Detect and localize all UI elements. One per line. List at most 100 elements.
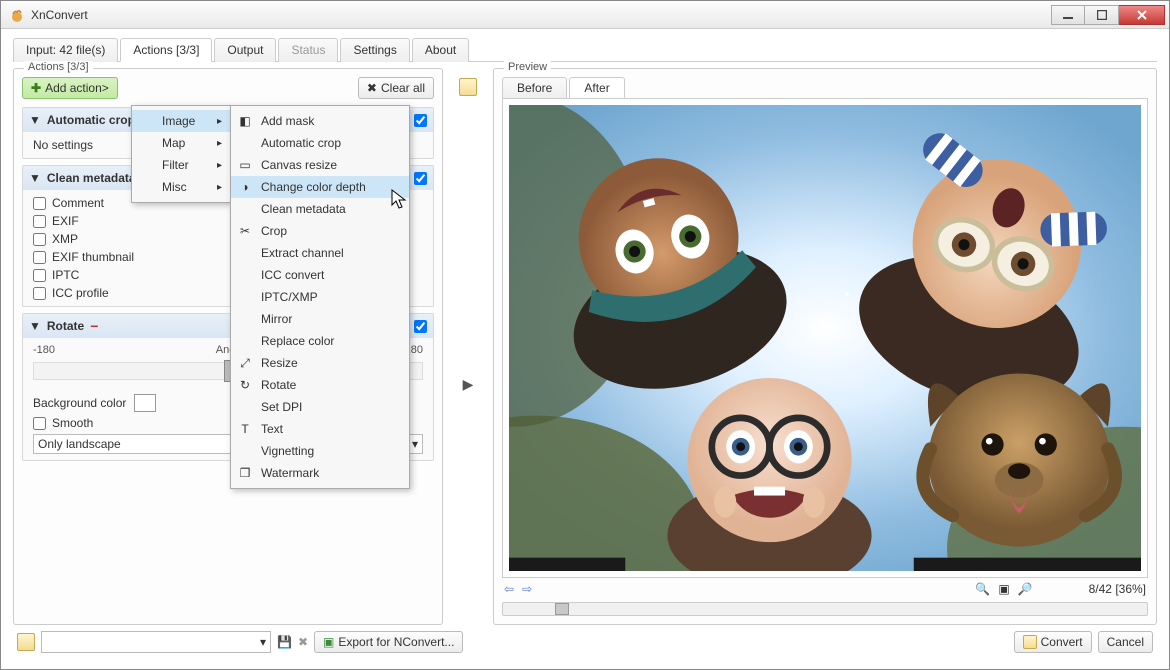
cancel-button[interactable]: Cancel [1098, 631, 1153, 653]
menu-item-icon [237, 311, 253, 327]
chevron-down-icon: ▾ [412, 437, 418, 451]
collapse-icon: ▼ [29, 171, 41, 185]
menu-item-icon: ◑ [237, 179, 253, 195]
middle-column: ▶ [453, 68, 483, 625]
tab-actions[interactable]: Actions [3/3] [120, 38, 212, 62]
collapse-icon: ▼ [29, 319, 41, 333]
add-action-button[interactable]: ✚ Add action> [22, 77, 118, 99]
menu-cat-image[interactable]: Image▸ [132, 110, 230, 132]
close-button[interactable] [1119, 5, 1165, 25]
collapse-icon: ▼ [29, 113, 41, 127]
submenu-item[interactable]: ▭Canvas resize [231, 154, 409, 176]
cleanmeta-enabled-checkbox[interactable] [414, 172, 427, 185]
bg-color-label: Background color [33, 396, 126, 410]
export-nconvert-button[interactable]: ▣ Export for NConvert... [314, 631, 463, 653]
add-action-menu: Image▸ Map▸ Filter▸ Misc▸ [131, 105, 231, 203]
clear-icon: ✖ [367, 81, 377, 95]
submenu-item[interactable]: ◧Add mask [231, 110, 409, 132]
menu-item-icon [237, 399, 253, 415]
menu-item-icon [237, 135, 253, 151]
submenu-item[interactable]: Set DPI [231, 396, 409, 418]
submenu-item[interactable]: IPTC/XMP [231, 286, 409, 308]
fit-icon[interactable]: ▣ [998, 582, 1009, 596]
image-submenu: ◧Add maskAutomatic crop▭Canvas resize◑Ch… [230, 105, 410, 489]
menu-cat-misc[interactable]: Misc▸ [132, 176, 230, 198]
maximize-button[interactable] [1085, 5, 1119, 25]
minimize-button[interactable] [1051, 5, 1085, 25]
menu-item-icon: ⤢ [237, 355, 253, 371]
submenu-item[interactable]: ICC convert [231, 264, 409, 286]
remove-icon[interactable]: − [90, 318, 98, 334]
actions-toolbar: ✚ Add action> ✖ Clear all [14, 69, 442, 103]
preview-scrollbar[interactable] [502, 602, 1148, 616]
submenu-item[interactable]: Vignetting [231, 440, 409, 462]
tab-input[interactable]: Input: 42 file(s) [13, 38, 118, 62]
menu-item-icon [237, 443, 253, 459]
preview-label: Preview [504, 61, 551, 73]
submenu-item[interactable]: Extract channel [231, 242, 409, 264]
chevron-right-icon: ▸ [217, 182, 222, 193]
preview-counter: 8/42 [36%] [1089, 582, 1146, 596]
menu-item-icon: T [237, 421, 253, 437]
app-icon [9, 7, 25, 23]
main-tabs: Input: 42 file(s) Actions [3/3] Output S… [13, 37, 1157, 62]
tab-output[interactable]: Output [214, 38, 276, 62]
bg-color-picker[interactable] [134, 394, 156, 412]
chevron-down-icon: ▾ [260, 635, 266, 649]
open-preset-icon[interactable] [17, 633, 35, 651]
convert-button[interactable]: Convert [1014, 631, 1092, 653]
menu-item-icon [237, 267, 253, 283]
footer: ▾ 💾 ✖ ▣ Export for NConvert... Convert C… [13, 625, 1157, 659]
menu-item-icon: ▭ [237, 157, 253, 173]
chevron-right-icon: ▸ [217, 160, 222, 171]
preview-image [503, 99, 1147, 577]
menu-item-icon [237, 201, 253, 217]
submenu-item[interactable]: ◑Change color depth [231, 176, 409, 198]
tab-about[interactable]: About [412, 38, 469, 62]
submenu-item[interactable]: ↻Rotate [231, 374, 409, 396]
preset-select[interactable]: ▾ [41, 631, 271, 653]
chevron-right-icon: ▸ [217, 116, 222, 127]
window-buttons [1051, 5, 1165, 25]
rotate-enabled-checkbox[interactable] [414, 320, 427, 333]
save-icon[interactable]: 💾 [277, 635, 292, 649]
submenu-item[interactable]: Mirror [231, 308, 409, 330]
zoom-in-icon[interactable]: 🔍 [975, 582, 990, 596]
menu-item-icon: ❐ [237, 465, 253, 481]
menu-cat-filter[interactable]: Filter▸ [132, 154, 230, 176]
submenu-item[interactable]: Automatic crop [231, 132, 409, 154]
menu-cat-map[interactable]: Map▸ [132, 132, 230, 154]
convert-icon [1023, 635, 1037, 649]
titlebar: XnConvert [1, 1, 1169, 29]
preview-thumb-icon[interactable] [459, 78, 477, 96]
arrow-right-icon: ▶ [463, 376, 474, 393]
submenu-item[interactable]: ✂Crop [231, 220, 409, 242]
prev-image-button[interactable]: ⇦ [504, 582, 514, 596]
submenu-item[interactable]: Replace color [231, 330, 409, 352]
content: Input: 42 file(s) Actions [3/3] Output S… [1, 29, 1169, 669]
menu-item-icon: ◧ [237, 113, 253, 129]
submenu-item[interactable]: TText [231, 418, 409, 440]
submenu-item[interactable]: ⤢Resize [231, 352, 409, 374]
tab-settings[interactable]: Settings [340, 38, 409, 62]
next-image-button[interactable]: ⇨ [522, 582, 532, 596]
plus-icon: ✚ [31, 81, 41, 95]
menu-item-icon: ✂ [237, 223, 253, 239]
menu-item-icon [237, 289, 253, 305]
submenu-item[interactable]: Clean metadata [231, 198, 409, 220]
delete-icon[interactable]: ✖ [298, 635, 308, 649]
tab-before[interactable]: Before [502, 77, 567, 98]
clear-all-button[interactable]: ✖ Clear all [358, 77, 434, 99]
menu-item-icon [237, 333, 253, 349]
preview-tools: ⇦ ⇨ 🔍 ▣ 🔎 8/42 [36%] [502, 578, 1148, 600]
autocrop-enabled-checkbox[interactable] [414, 114, 427, 127]
submenu-item[interactable]: ❐Watermark [231, 462, 409, 484]
tab-after[interactable]: After [569, 77, 624, 98]
rotate-min: -180 [33, 344, 55, 356]
menu-item-icon: ↻ [237, 377, 253, 393]
preview-tabs: Before After [502, 77, 1148, 98]
tab-status[interactable]: Status [278, 38, 338, 62]
window-title: XnConvert [31, 8, 1051, 22]
zoom-out-icon[interactable]: 🔎 [1018, 582, 1033, 596]
menu-item-icon [237, 245, 253, 261]
